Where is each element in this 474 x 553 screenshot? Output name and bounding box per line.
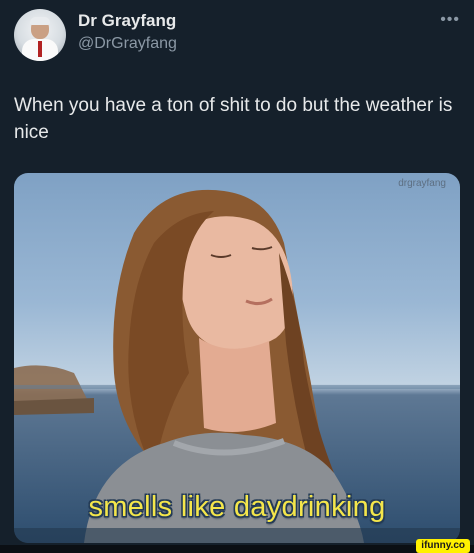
avatar-hair: [30, 17, 50, 25]
bottom-bar: [0, 545, 474, 553]
more-options-icon[interactable]: •••: [440, 11, 460, 29]
ifunny-badge[interactable]: ifunny.co: [416, 539, 470, 553]
tweet-media[interactable]: drgrayfang smells like daydrinking: [14, 173, 460, 543]
meme-caption: smells like daydrinking: [88, 491, 386, 523]
avatar-tie: [38, 41, 42, 57]
tweet-text: When you have a ton of shit to do but th…: [14, 95, 453, 143]
author-handle[interactable]: @DrGrayfang: [78, 35, 177, 53]
author-name[interactable]: Dr Grayfang: [78, 11, 176, 31]
avatar[interactable]: [14, 9, 66, 61]
meme-photo: [14, 189, 460, 543]
watermark: drgrayfang: [398, 178, 446, 189]
tweet-header: Dr Grayfang @DrGrayfang •••: [14, 7, 460, 65]
